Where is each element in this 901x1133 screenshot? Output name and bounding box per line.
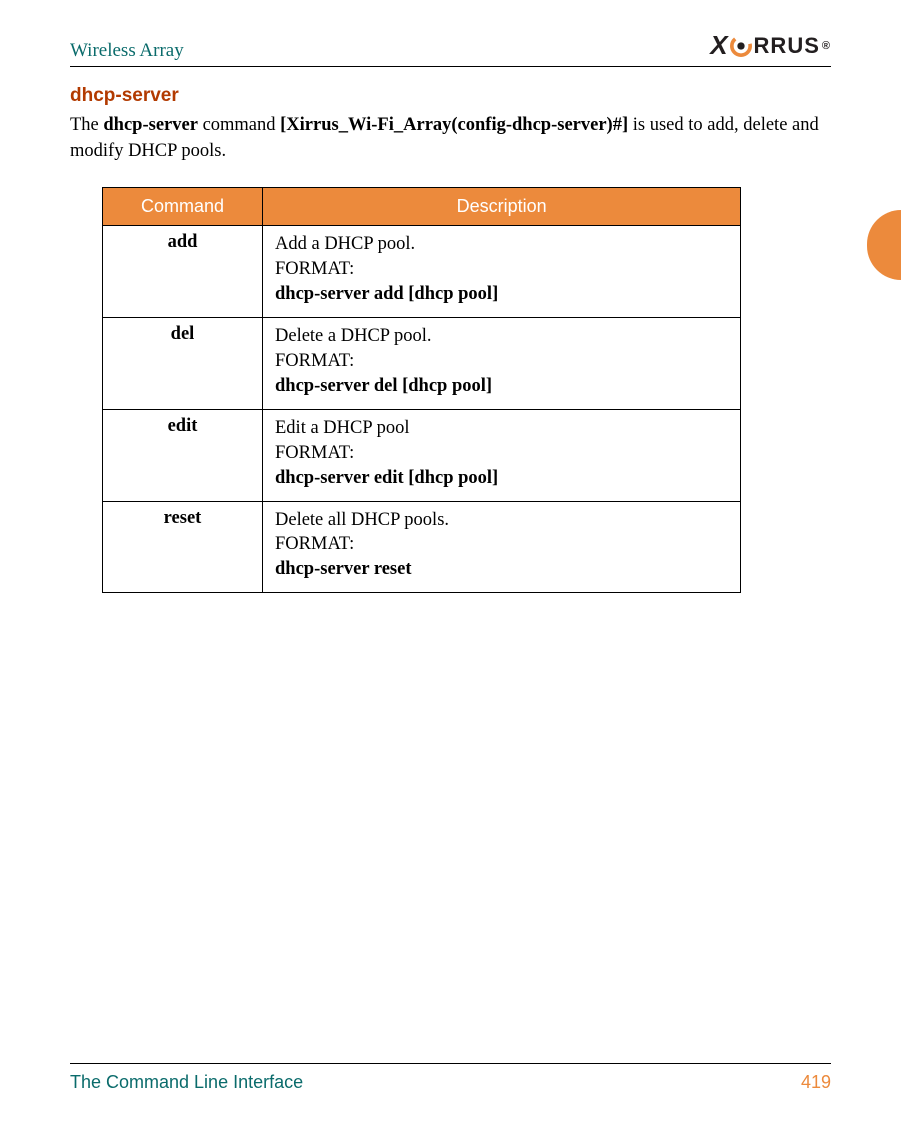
desc-format: dhcp-server add [dhcp pool] <box>275 282 728 307</box>
desc-text: Add a DHCP pool. <box>275 232 728 257</box>
desc-cell: Delete a DHCP pool. FORMAT: dhcp-server … <box>263 317 741 409</box>
intro-cmd: dhcp-server <box>103 115 198 135</box>
desc-cell: Add a DHCP pool. FORMAT: dhcp-server add… <box>263 225 741 317</box>
th-description: Description <box>263 187 741 225</box>
logo-swirl-icon <box>730 35 752 57</box>
desc-format-label: FORMAT: <box>275 532 728 557</box>
desc-format-label: FORMAT: <box>275 349 728 374</box>
desc-format: dhcp-server del [dhcp pool] <box>275 374 728 399</box>
cmd-cell: edit <box>103 409 263 501</box>
header-title: Wireless Array <box>70 30 184 62</box>
desc-format: dhcp-server edit [dhcp pool] <box>275 466 728 491</box>
cmd-cell: add <box>103 225 263 317</box>
desc-format-label: FORMAT: <box>275 257 728 282</box>
cmd-cell: del <box>103 317 263 409</box>
table-row: add Add a DHCP pool. FORMAT: dhcp-server… <box>103 225 741 317</box>
intro-paragraph: The dhcp-server command [Xirrus_Wi-Fi_Ar… <box>70 113 831 165</box>
cmd-cell: reset <box>103 501 263 593</box>
page: Wireless Array X RRUS ® dhcp-server The … <box>0 0 901 1133</box>
logo-text: RRUS <box>754 33 820 59</box>
desc-cell: Edit a DHCP pool FORMAT: dhcp-server edi… <box>263 409 741 501</box>
logo-registered: ® <box>822 40 831 52</box>
th-command: Command <box>103 187 263 225</box>
brand-logo: X RRUS ® <box>710 30 831 61</box>
footer-page-number: 419 <box>801 1072 831 1093</box>
desc-text: Delete all DHCP pools. <box>275 508 728 533</box>
desc-text: Delete a DHCP pool. <box>275 324 728 349</box>
table-row: del Delete a DHCP pool. FORMAT: dhcp-ser… <box>103 317 741 409</box>
desc-cell: Delete all DHCP pools. FORMAT: dhcp-serv… <box>263 501 741 593</box>
intro-mid: command <box>198 115 280 135</box>
page-footer: The Command Line Interface 419 <box>70 1063 831 1093</box>
footer-section: The Command Line Interface <box>70 1072 303 1093</box>
intro-pre: The <box>70 115 103 135</box>
table-row: edit Edit a DHCP pool FORMAT: dhcp-serve… <box>103 409 741 501</box>
page-header: Wireless Array X RRUS ® <box>70 30 831 67</box>
logo-x: X <box>710 30 728 61</box>
command-table: Command Description add Add a DHCP pool.… <box>102 187 741 594</box>
section-title: dhcp-server <box>70 85 831 107</box>
intro-prompt: [Xirrus_Wi-Fi_Array(config-dhcp-server)#… <box>280 115 628 135</box>
table-row: reset Delete all DHCP pools. FORMAT: dhc… <box>103 501 741 593</box>
desc-format-label: FORMAT: <box>275 441 728 466</box>
desc-format: dhcp-server reset <box>275 557 728 582</box>
desc-text: Edit a DHCP pool <box>275 416 728 441</box>
table-header-row: Command Description <box>103 187 741 225</box>
